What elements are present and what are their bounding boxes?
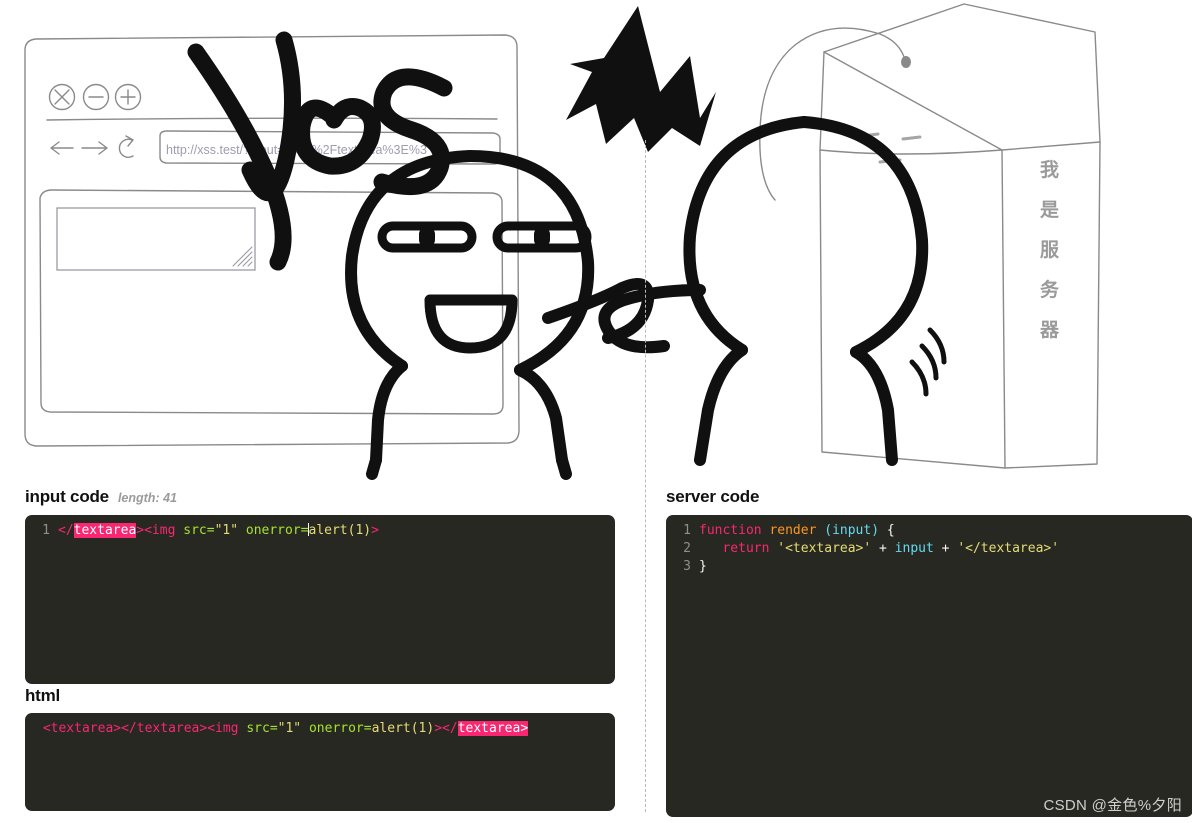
token-space-c: [879, 523, 887, 538]
token-img-open: <img: [207, 721, 239, 736]
token-src-value: "1": [277, 721, 302, 736]
token-attr-src: src=: [246, 721, 278, 736]
yes-handwriting: [187, 31, 453, 271]
token-brace-close: }: [699, 559, 707, 574]
reload-arrow-icon: [118, 135, 135, 158]
token-paren-open: (: [824, 523, 833, 538]
token-textarea-open: <textarea>: [42, 721, 122, 736]
svg-text:务: 务: [1040, 278, 1060, 301]
token-keyword-function: function: [699, 523, 762, 538]
server-code-header: server code: [666, 488, 1192, 505]
token-textarea-close: </textarea>: [121, 721, 208, 736]
line-number: 1: [683, 523, 691, 538]
server-box-sketch: [759, 3, 1101, 469]
html-output-header: html: [25, 687, 615, 704]
server-character: [598, 116, 947, 466]
input-code-panel: input code length: 41 1 </textarea><img s…: [25, 488, 615, 684]
token-string-close-tag: '</textarea>': [957, 541, 1060, 556]
forward-arrow-icon: [81, 141, 108, 155]
html-output-panel: html <textarea></textarea><img src="1" o…: [25, 687, 615, 811]
token-brace-open: {: [886, 523, 895, 538]
code-line: 1 function render (input) {: [676, 522, 1183, 540]
characters-lower-body: [366, 454, 572, 480]
token-img-open: <img: [144, 523, 176, 538]
token-img-close: >: [434, 721, 443, 736]
server-code-title: server code: [666, 487, 760, 506]
minimize-circle-icon: [82, 83, 110, 111]
impact-burst: [566, 6, 716, 152]
token-space-e: [871, 541, 879, 556]
token-highlight-textarea: textarea: [73, 523, 137, 538]
token-var-input: input: [894, 541, 934, 556]
token-onerror-value: alert(1): [308, 523, 372, 538]
client-eyes: [377, 221, 592, 253]
token-function-name: render: [769, 523, 817, 538]
csdn-watermark: CSDN @金色%夕阳: [1043, 797, 1182, 814]
input-code-header: input code length: 41: [25, 488, 615, 505]
token-param-input: input: [832, 523, 872, 538]
token-close-lt-slash: </: [58, 523, 74, 538]
code-line: 1 </textarea><img src="1" onerror=alert(1…: [35, 522, 605, 540]
client-pupils: [419, 228, 550, 246]
token-gt: >: [136, 523, 145, 538]
svg-text:我: 我: [1040, 159, 1059, 181]
svg-text:服: 服: [1040, 239, 1060, 261]
token-attr-src: src=: [183, 523, 215, 538]
line-number: 1: [42, 523, 50, 538]
token-tail-gt: >: [520, 721, 529, 736]
html-output-viewer[interactable]: <textarea></textarea><img src="1" onerro…: [25, 713, 615, 811]
line-number: 3: [683, 559, 691, 574]
token-attr-onerror: onerror=: [245, 523, 309, 538]
illustration-area: http://xss.test/?input=%3C%2Ftextarea%3E…: [0, 0, 1192, 480]
line-number: 2: [683, 541, 691, 556]
close-circle-icon: [48, 83, 76, 111]
maximize-circle-icon: [114, 83, 142, 111]
client-mouth: [424, 294, 518, 354]
back-arrow-icon: [50, 141, 74, 155]
token-space-f: [887, 541, 895, 556]
token-src-value: "1": [214, 523, 239, 538]
browser-window-sketch: [24, 34, 520, 447]
resize-grip-icon: [232, 246, 253, 267]
input-code-title: input code: [25, 487, 109, 506]
token-space-2: [238, 523, 246, 538]
client-character: [345, 150, 655, 466]
input-code-editor[interactable]: 1 </textarea><img src="1" onerror=alert(1…: [25, 515, 615, 684]
token-paren-close: ): [871, 523, 880, 538]
token-space-2: [301, 721, 309, 736]
token-img-close: >: [371, 523, 379, 538]
svg-text:是: 是: [1040, 199, 1059, 221]
token-plus-1: +: [879, 541, 887, 556]
token-tail-lt-slash: </: [442, 721, 458, 736]
token-highlight-textarea: textarea: [457, 721, 521, 736]
input-code-length: length: 41: [117, 491, 177, 505]
svg-text:器: 器: [1039, 319, 1060, 341]
server-code-viewer[interactable]: 1 function render (input) { 2 return '<te…: [666, 515, 1192, 817]
html-output-title: html: [25, 686, 61, 705]
code-line: 2 return '<textarea>' + input + '</texta…: [676, 540, 1183, 558]
code-line: <textarea></textarea><img src="1" onerro…: [35, 720, 605, 738]
token-attr-onerror: onerror=: [308, 721, 372, 736]
browser-url-text: http://xss.test/?input=%3C%2Ftextarea%3E…: [166, 143, 427, 157]
code-line: 3}: [676, 558, 1183, 576]
token-space-g: [934, 541, 942, 556]
token-keyword-return: return: [722, 541, 770, 556]
page-root: http://xss.test/?input=%3C%2Ftextarea%3E…: [0, 0, 1192, 823]
token-onerror-value: alert(1): [371, 721, 435, 736]
server-label-text: 我 是 服 务 器: [1039, 159, 1060, 341]
section-divider: [645, 140, 646, 812]
token-string-open-tag: '<textarea>': [777, 541, 872, 556]
server-code-panel: server code 1 function render (input) { 2…: [666, 488, 1192, 817]
